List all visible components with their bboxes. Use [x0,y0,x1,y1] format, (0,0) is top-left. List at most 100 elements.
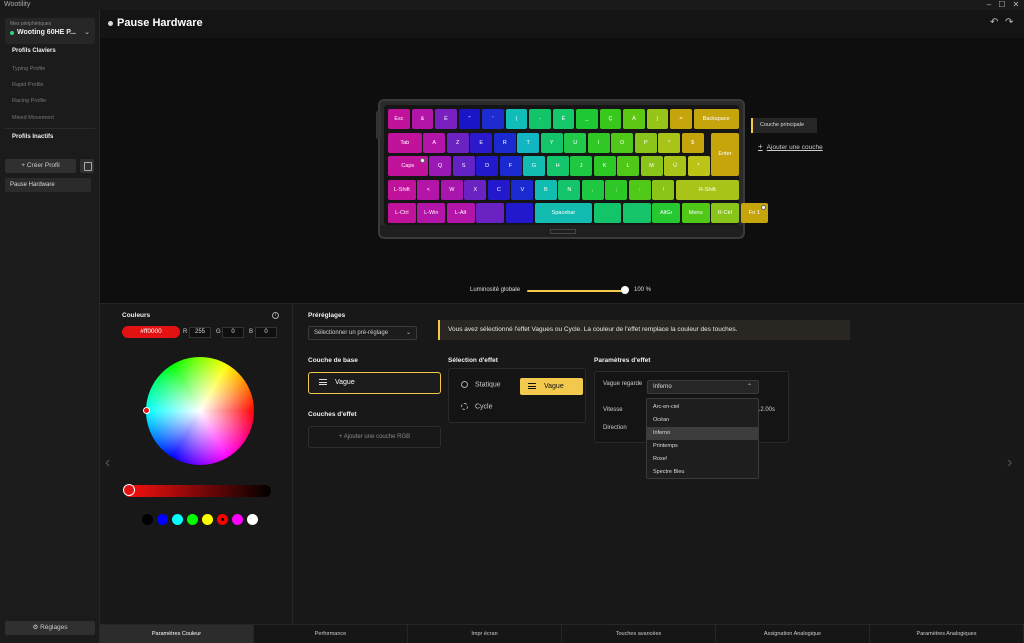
key-l-ctrl[interactable]: L-Ctrl [388,203,416,223]
key-blank[interactable]: ! [652,179,675,200]
swatch-green[interactable] [187,514,198,525]
key-l-shift[interactable]: L-Shift [388,179,416,200]
key-blank[interactable]: , [581,179,604,200]
brightness-gradient-slider[interactable] [124,485,271,497]
key-blank[interactable]: ' [482,109,504,129]
key-blank[interactable]: ( [505,109,528,129]
key-u[interactable]: Ù [664,156,687,176]
key-menu[interactable]: Menu [681,203,710,223]
profile-item-mixed[interactable]: Mixed Movement [12,115,54,121]
key-u[interactable]: U [564,132,587,153]
tab-parametres-couleur[interactable]: Paramètres Couleur [100,625,254,643]
device-selector[interactable]: Mes périphériques Wooting 60HE P... ⌄ [5,18,95,44]
key-o[interactable]: O [611,132,634,153]
r-input[interactable]: 255 [189,327,211,338]
key-y[interactable]: Y [540,132,563,153]
dropdown-option-printemps[interactable]: Printemps [647,440,758,453]
color-wheel-handle[interactable] [143,407,150,414]
brightness-slider-track[interactable] [527,290,625,292]
layer-item-main[interactable]: Couche principale [751,118,817,133]
key-spacebar[interactable]: Spacebar [534,203,593,223]
maximize-icon[interactable]: ☐ [995,0,1009,10]
key-blank[interactable]: < [417,179,440,200]
key-blank-4-3[interactable] [476,203,504,223]
tab-touches-avancees[interactable]: Touches avancées [562,625,716,643]
key-fn-1[interactable]: Fn 1 [740,203,769,223]
key-blank[interactable]: & [411,109,434,129]
key-caps[interactable]: Caps [388,156,428,176]
brightness-slider-handle[interactable] [621,286,629,294]
key-z[interactable]: Z [446,132,469,153]
key-f[interactable]: F [499,156,522,176]
profile-item-racing[interactable]: Racing Profile [12,98,46,104]
key-tab[interactable]: Tab [388,132,422,153]
dropdown-option-spectre-bleu[interactable]: Spectre Bleu [647,466,758,479]
key-backspace[interactable]: Backspace [693,109,739,129]
dropdown-option-arc-en-ciel[interactable]: Arc-en-ciel [647,401,758,414]
profile-item-pause-hardware[interactable]: Pause Hardware [5,178,91,192]
close-icon[interactable]: ✕ [1009,0,1023,10]
minimize-icon[interactable]: – [982,0,996,10]
effect-wave-option[interactable]: Vague [520,378,583,395]
settings-button[interactable]: ⚙ Réglages [5,621,95,635]
base-layer-item[interactable]: Vague [308,372,441,394]
key-b[interactable]: B [534,179,557,200]
key-n[interactable]: N [558,179,581,200]
key-blank[interactable]: _ [576,109,598,129]
key-r-shift[interactable]: R-Shift [675,179,739,200]
key-l-win[interactable]: L-Win [417,203,446,223]
redo-icon[interactable]: ↷ [1005,17,1013,28]
swatch-magenta[interactable] [232,514,243,525]
key-a[interactable]: A [423,132,446,153]
key-blank[interactable]: $ [681,132,704,153]
dropdown-option-inferno[interactable]: Inferno [647,427,758,440]
key-e[interactable]: E [470,132,493,153]
key-j[interactable]: J [570,156,593,176]
key-blank[interactable]: " [458,109,481,129]
preset-select[interactable]: Sélectionner un pré-réglage ⌄ [308,326,417,340]
key-blank[interactable]: : [628,179,651,200]
profile-item-typing[interactable]: Typing Profile [12,66,45,72]
info-icon[interactable]: i [272,312,279,319]
add-layer-button[interactable]: + Ajouter une couche [758,142,823,151]
swatch-red[interactable] [217,514,228,525]
key-blank-4-7[interactable] [623,203,651,223]
add-rgb-layer-button[interactable]: + Ajouter une couche RGB [308,426,441,448]
tab-impr-ecran[interactable]: Impr écran [408,625,562,643]
b-input[interactable]: 0 [255,327,277,338]
create-profile-button[interactable]: + Créer Profil [5,159,76,173]
key-g[interactable]: G [523,156,546,176]
tab-parametres-analogiques[interactable]: Paramètres Analogiques [870,625,1024,643]
swatch-cyan[interactable] [172,514,183,525]
key-p[interactable]: P [634,132,657,153]
key-m[interactable]: M [640,156,663,176]
key-blank[interactable]: ) [646,109,669,129]
key-blank[interactable]: - [529,109,551,129]
profile-item-rapid[interactable]: Rapid Profile [12,82,44,88]
dropdown-option-ocean[interactable]: Océan [647,414,758,427]
key-blank[interactable]: ; [605,179,628,200]
tab-assignation-analogique[interactable]: Assignation Analogique [716,625,870,643]
key-s[interactable]: S [452,156,475,176]
gradient-slider-handle[interactable] [123,484,135,496]
key-w[interactable]: W [440,179,463,200]
key-t[interactable]: T [517,132,540,153]
key-e[interactable]: È [552,109,575,129]
swatch-yellow[interactable] [202,514,213,525]
color-wheel[interactable] [146,357,254,465]
key-q[interactable]: Q [429,156,452,176]
key-a[interactable]: À [623,109,645,129]
key-blank[interactable]: * [687,156,710,176]
swatch-white[interactable] [247,514,258,525]
key-c[interactable]: C [487,179,510,200]
key-h[interactable]: H [546,156,569,176]
wave-look-select[interactable]: Inferno ⌃ [647,380,759,394]
key-l[interactable]: L [617,156,640,176]
key-esc[interactable]: Esc [388,109,410,129]
key-r-ctrl[interactable]: R-Ctrl [711,203,739,223]
chevron-left-icon[interactable]: ‹ [105,454,110,472]
key-k[interactable]: K [593,156,616,176]
key-blank[interactable]: ^ [658,132,681,153]
key-blank-4-4[interactable] [505,203,534,223]
swatch-black[interactable] [142,514,153,525]
